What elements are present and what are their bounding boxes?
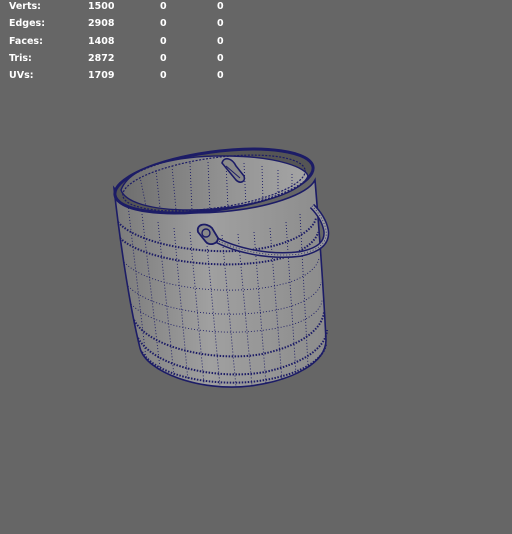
hud-selected-alt: 0 xyxy=(217,52,224,64)
hud-selected: 0 xyxy=(160,18,167,30)
hud-selected-alt: 0 xyxy=(217,35,224,47)
hud-selected: 0 xyxy=(160,1,167,12)
hud-label: Edges: xyxy=(9,18,45,30)
hud-total: 1408 xyxy=(88,35,115,47)
hud-total: 1500 xyxy=(88,1,115,12)
hud-selected: 0 xyxy=(160,70,167,82)
hud-label: Tris: xyxy=(9,52,32,64)
hud-selected: 0 xyxy=(160,35,167,47)
hud-row-faces: Faces: 1408 0 0 xyxy=(9,33,239,50)
hud-total: 2872 xyxy=(88,52,115,64)
hud-total: 1709 xyxy=(88,70,115,82)
hud-label: UVs: xyxy=(9,70,34,82)
hud-row-edges: Edges: 2908 0 0 xyxy=(9,15,239,32)
hud-selected-alt: 0 xyxy=(217,1,224,12)
hud-label: Faces: xyxy=(9,35,43,47)
3d-viewport[interactable]: Verts: 1500 0 0 Edges: 2908 0 0 Faces: 1… xyxy=(0,0,512,534)
hud-total: 2908 xyxy=(88,18,115,30)
hud-selected-alt: 0 xyxy=(217,70,224,82)
hud-selected-alt: 0 xyxy=(217,18,224,30)
poly-count-hud: Verts: 1500 0 0 Edges: 2908 0 0 Faces: 1… xyxy=(9,0,239,84)
hud-selected: 0 xyxy=(160,52,167,64)
hud-row-tris: Tris: 2872 0 0 xyxy=(9,50,239,67)
hud-row-verts: Verts: 1500 0 0 xyxy=(9,0,239,15)
hud-row-uvs: UVs: 1709 0 0 xyxy=(9,67,239,84)
hud-label: Verts: xyxy=(9,1,41,12)
